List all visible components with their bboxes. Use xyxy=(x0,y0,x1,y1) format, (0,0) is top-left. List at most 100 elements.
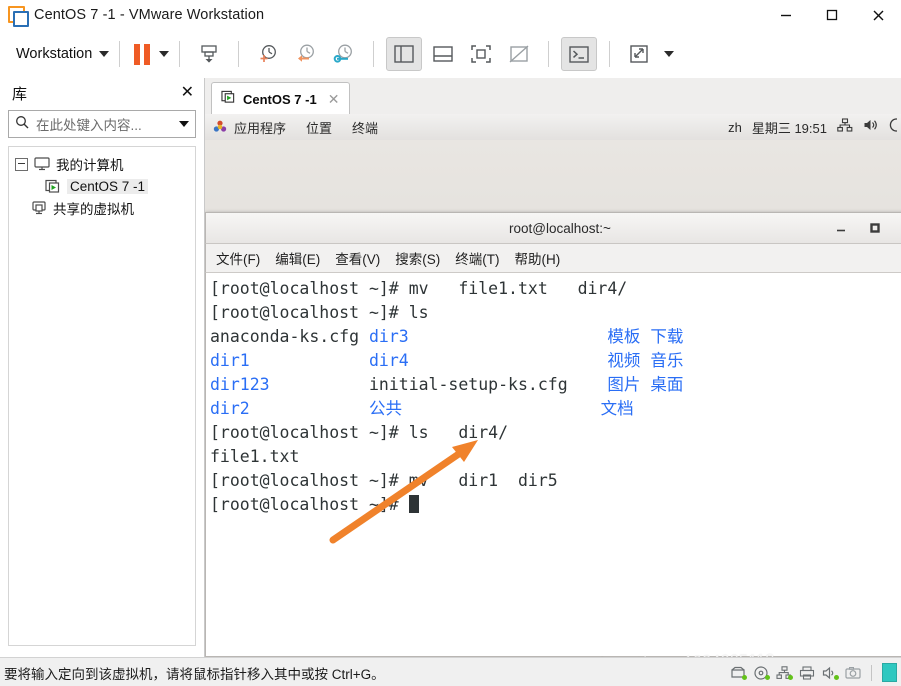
tree-item-shared-vms[interactable]: 共享的虚拟机 xyxy=(9,197,195,219)
tree-item-my-computer[interactable]: 我的计算机 xyxy=(9,153,195,175)
toolbar-divider xyxy=(238,41,240,67)
library-search-box[interactable]: 在此处键入内容... xyxy=(8,110,196,138)
pause-icon xyxy=(134,43,151,65)
terminal-prompt: [root@localhost ~]# xyxy=(210,495,409,514)
clock[interactable]: 星期三 19:51 xyxy=(752,118,827,137)
terminal-ls-entry: 桌面 xyxy=(650,375,684,394)
terminal-line: dir123 initial-setup-ks.cfg 图片 桌面 xyxy=(210,373,901,397)
menu-terminal[interactable]: 终端(T) xyxy=(455,248,499,268)
volume-icon[interactable] xyxy=(863,118,879,137)
shared-vm-icon xyxy=(31,201,47,215)
cd-dvd-icon[interactable] xyxy=(753,665,770,680)
gnome-menu-applications[interactable]: 应用程序 xyxy=(234,118,286,137)
device-status-icons xyxy=(730,658,897,686)
tree-item-label: CentOS 7 -1 xyxy=(67,178,149,194)
fullscreen-button[interactable] xyxy=(464,38,498,70)
terminal-titlebar: root@localhost:~ xyxy=(205,212,901,244)
terminal-title: root@localhost:~ xyxy=(509,220,611,236)
maximize-icon[interactable] xyxy=(869,222,881,234)
terminal-prompt: [root@localhost ~]# xyxy=(210,471,409,490)
library-panel: 库 ✕ 在此处键入内容... 我的计算机 CentOS 7 -1 共享的虚拟机 xyxy=(0,78,205,657)
vmware-workstation-window: CentOS 7 -1 - VMware Workstation Worksta… xyxy=(0,0,901,686)
gnome-desktop: root@localhost:~ 文件(F) 编辑(E) 查看(V) 搜索(S)… xyxy=(205,140,901,657)
stretch-guest-button[interactable] xyxy=(622,38,656,70)
toolbar-divider xyxy=(609,41,611,67)
menu-edit[interactable]: 编辑(E) xyxy=(275,248,320,268)
gnome-menu-terminal[interactable]: 终端 xyxy=(352,118,378,137)
sidebar-panel-icon xyxy=(394,45,414,63)
workstation-menu-button[interactable]: Workstation xyxy=(16,46,110,62)
vm-running-icon xyxy=(45,179,61,194)
unity-button[interactable] xyxy=(502,38,536,70)
power-button[interactable] xyxy=(192,38,226,70)
status-bar: 要将输入定向到该虚拟机，请将鼠标指针移入其中或按 Ctrl+G。 xyxy=(0,657,901,686)
terminal-ls-entry: initial-setup-ks.cfg xyxy=(368,375,608,394)
tree-item-label: 我的计算机 xyxy=(56,158,124,173)
menu-view[interactable]: 查看(V) xyxy=(335,248,380,268)
terminal-ls-entry: dir123 xyxy=(210,375,369,394)
thumbnail-bar-icon xyxy=(433,46,453,62)
input-method-indicator[interactable]: zh xyxy=(728,120,742,135)
snapshot-take-button[interactable] xyxy=(251,38,285,70)
chevron-down-icon[interactable] xyxy=(179,121,189,127)
snapshot-manager-button[interactable] xyxy=(327,38,361,70)
snapshot-wrench-icon xyxy=(333,44,353,63)
console-view-button[interactable] xyxy=(561,37,598,71)
fullscreen-icon xyxy=(471,45,492,63)
chevron-down-icon xyxy=(159,51,170,57)
minimize-icon[interactable] xyxy=(763,0,809,30)
chevron-down-icon[interactable] xyxy=(664,51,675,57)
terminal-menubar: 文件(F) 编辑(E) 查看(V) 搜索(S) 终端(T) 帮助(H) xyxy=(205,244,901,273)
menu-help[interactable]: 帮助(H) xyxy=(515,248,561,268)
network-icon[interactable] xyxy=(837,117,853,137)
tab-centos7-1[interactable]: CentOS 7 -1 ✕ xyxy=(211,82,351,115)
expander-icon[interactable] xyxy=(15,157,28,171)
network-adapter-icon[interactable] xyxy=(776,665,793,680)
show-thumbnails-button[interactable] xyxy=(426,38,460,70)
main-toolbar: Workstation xyxy=(0,30,901,79)
show-library-button[interactable] xyxy=(386,37,423,71)
terminal-line: [root@localhost ~]# mv dir1 dir5 xyxy=(210,469,901,493)
close-icon[interactable]: ✕ xyxy=(328,91,340,108)
power-icon[interactable] xyxy=(889,117,897,137)
chevron-down-icon xyxy=(99,51,110,57)
window-controls xyxy=(763,0,901,30)
suspend-button[interactable] xyxy=(134,43,170,65)
maximize-icon[interactable] xyxy=(809,0,855,30)
terminal-command: mv dir1 dir5 xyxy=(408,471,558,490)
toolbar-divider xyxy=(179,41,181,67)
terminal-command: ls xyxy=(408,303,429,322)
tree-item-centos7-1[interactable]: CentOS 7 -1 xyxy=(9,175,195,197)
menu-file[interactable]: 文件(F) xyxy=(216,248,260,268)
workstation-menu-label: Workstation xyxy=(16,46,93,62)
terminal-line: dir2 公共 文档 xyxy=(210,397,901,421)
terminal-ls-entry: dir2 xyxy=(210,399,369,418)
gnome-top-panel: 应用程序 位置 终端 zh 星期三 19:51 xyxy=(205,114,901,141)
monitor-icon xyxy=(34,157,50,171)
close-icon[interactable]: ✕ xyxy=(181,85,194,101)
close-icon[interactable] xyxy=(855,0,901,30)
minimize-icon[interactable] xyxy=(835,222,847,234)
terminal-window: root@localhost:~ 文件(F) 编辑(E) 查看(V) 搜索(S)… xyxy=(205,212,901,657)
snapshot-revert-icon xyxy=(298,44,315,62)
hard-disk-icon[interactable] xyxy=(730,666,747,680)
terminal-cursor xyxy=(408,495,419,513)
toolbar-divider xyxy=(373,41,375,67)
snapshot-revert-button[interactable] xyxy=(289,38,323,70)
sound-card-icon[interactable] xyxy=(822,666,839,680)
camera-icon[interactable] xyxy=(845,666,861,680)
display-icon[interactable] xyxy=(882,663,897,682)
library-tree: 我的计算机 CentOS 7 -1 共享的虚拟机 xyxy=(8,146,196,646)
menu-search[interactable]: 搜索(S) xyxy=(395,248,440,268)
terminal-output[interactable]: [root@localhost ~]# mv file1.txt dir4/[r… xyxy=(205,273,901,657)
toolbar-divider xyxy=(548,41,550,67)
status-message: 要将输入定向到该虚拟机，请将鼠标指针移入其中或按 Ctrl+G。 xyxy=(4,666,385,682)
terminal-prompt: [root@localhost ~]# xyxy=(210,303,409,322)
terminal-ls-entry: 下载 xyxy=(650,327,684,346)
printer-icon[interactable] xyxy=(799,665,815,680)
vmware-logo-icon xyxy=(8,6,29,27)
terminal-ls-entry: 视频 xyxy=(607,351,651,370)
search-input[interactable]: 在此处键入内容... xyxy=(36,114,172,134)
unity-mode-icon xyxy=(509,45,529,63)
gnome-menu-places[interactable]: 位置 xyxy=(306,118,332,137)
